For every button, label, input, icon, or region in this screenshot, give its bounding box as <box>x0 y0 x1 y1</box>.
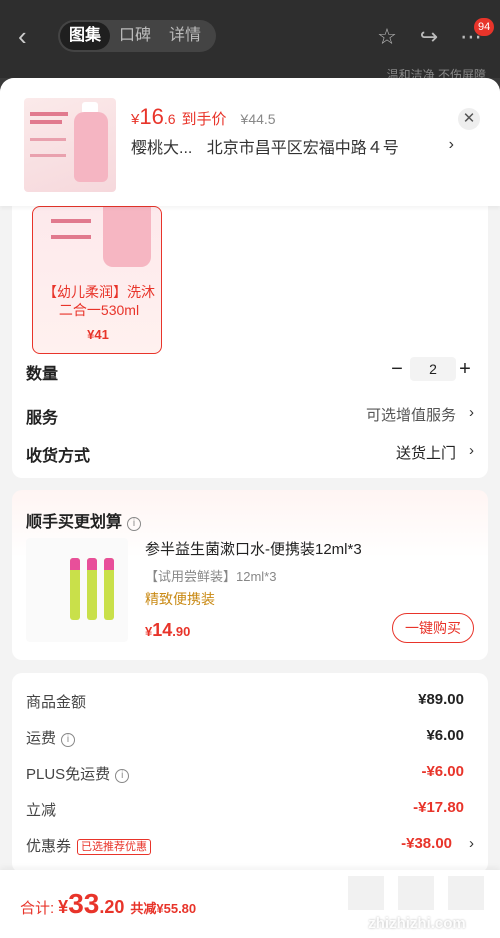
discount-label: 立减 <box>26 802 57 819</box>
chevron-right-icon[interactable]: › <box>449 136 454 154</box>
shipping-value: ¥6.00 <box>426 727 464 744</box>
price-line: ¥ 16 .6 到手价 ¥44.5 <box>131 104 276 130</box>
addon-title-text: 顺手买更划算 <box>26 514 123 531</box>
addon-price: ¥14.90 <box>145 620 190 641</box>
minus-button[interactable]: − <box>388 356 406 382</box>
tab-reviews[interactable]: 口碑 <box>110 22 160 50</box>
coupon-value: -¥38.00 <box>401 835 452 852</box>
close-icon[interactable]: ✕ <box>458 108 480 130</box>
addon-card: 顺手买更划算 i 参半益生菌漱口水-便携装12ml*3 【试用尝鲜装】12ml*3… <box>12 490 488 660</box>
quantity-stepper: − 2 + <box>388 356 474 382</box>
summary-row-discount: 立减 -¥17.80 <box>26 799 474 821</box>
plus-free-shipping-label: PLUS免运费 <box>26 766 111 783</box>
plus-button[interactable]: + <box>456 356 474 382</box>
spec-option-name: 【幼儿柔润】洗沐二合一530ml <box>43 284 155 318</box>
spec-option-price: ¥41 <box>87 327 109 342</box>
plus-free-shipping-value: -¥6.00 <box>421 763 464 780</box>
one-click-buy-button[interactable]: 一键购买 <box>392 613 474 643</box>
goods-amount-value: ¥89.00 <box>418 691 464 708</box>
discount-value: -¥17.80 <box>413 799 464 816</box>
spec-card: 【幼儿柔润】洗沐二合一530ml ¥41 数量 − 2 + 服务 可选增值服务 … <box>12 188 488 478</box>
goods-amount-label: 商品金额 <box>26 694 87 711</box>
delivery-method-label: 收货方式 <box>26 448 91 465</box>
product-thumbnail <box>24 98 116 192</box>
share-icon[interactable]: ↪ <box>416 24 442 50</box>
original-price: ¥44.5 <box>240 111 276 127</box>
total-label: 合计: <box>20 900 55 917</box>
back-arrow-icon[interactable]: ‹ <box>18 22 40 50</box>
addon-spec: 【试用尝鲜装】12ml*3 <box>145 569 277 584</box>
price-integer: 16 <box>139 104 164 129</box>
tab-gallery[interactable]: 图集 <box>60 22 111 50</box>
sheet-header: ¥ 16 .6 到手价 ¥44.5 樱桃大... 北京市昌平区宏福中路４号 › … <box>0 78 500 206</box>
price-currency: ¥ <box>131 111 140 128</box>
addon-price-decimal: .90 <box>172 624 191 639</box>
price-summary-card: 商品金额 ¥89.00 运费 i ¥6.00 PLUS免运费 i -¥6.00 立减… <box>12 673 488 873</box>
page-tabs: 图集 口碑 详情 <box>58 20 216 52</box>
delivery-method-row[interactable]: 收货方式 送货上门 › <box>26 442 474 466</box>
delivery-method-value: 送货上门 <box>395 445 456 462</box>
total-decimal: .20 <box>99 897 125 917</box>
star-icon[interactable]: ☆ <box>374 24 400 50</box>
purchase-sheet: ¥ 16 .6 到手价 ¥44.5 樱桃大... 北京市昌平区宏福中路４号 › … <box>0 78 500 938</box>
addon-tag: 精致便携装 <box>145 591 215 607</box>
info-icon[interactable]: i <box>127 517 142 531</box>
spec-option-image <box>33 207 161 275</box>
chevron-right-icon: › <box>469 442 474 459</box>
tab-details[interactable]: 详情 <box>160 22 210 50</box>
addon-image[interactable] <box>26 538 128 642</box>
summary-row-shipping: 运费 i ¥6.00 <box>26 727 474 749</box>
product-page-header: ‹ 图集 口碑 详情 ☆ ↪ ⋯ 94 温和洁净 不伤屏障 <box>0 0 500 82</box>
summary-row-coupon[interactable]: 优惠券 已选推荐优惠 -¥38.00 › <box>26 835 474 857</box>
total-integer: 33 <box>68 888 100 919</box>
info-icon[interactable]: i <box>115 769 130 783</box>
chevron-right-icon: › <box>469 835 474 852</box>
summary-row-goods: 商品金额 ¥89.00 <box>26 691 474 713</box>
quantity-label: 数量 <box>26 366 59 383</box>
summary-row-plus: PLUS免运费 i -¥6.00 <box>26 763 474 785</box>
spec-option-selected[interactable]: 【幼儿柔润】洗沐二合一530ml ¥41 <box>32 206 162 354</box>
order-total: 合计: ¥ 33 .20 共减¥55.80 <box>20 888 196 920</box>
price-decimal: .6 <box>163 111 176 127</box>
total-currency: ¥ <box>58 897 69 917</box>
service-value: 可选增值服务 <box>365 407 456 424</box>
watermark-text: zhizhizhi.com <box>368 915 466 932</box>
service-label: 服务 <box>26 410 59 427</box>
addon-name[interactable]: 参半益生菌漱口水-便携装12ml*3 <box>145 538 362 559</box>
info-icon[interactable]: i <box>61 733 76 747</box>
addon-price-integer: 14 <box>152 620 173 640</box>
site-watermark: zhizhizhi.com <box>342 870 492 938</box>
coupon-label: 优惠券 <box>26 838 72 855</box>
message-count-badge: 94 <box>474 18 495 36</box>
shipping-label: 运费 <box>26 730 57 747</box>
quantity-row: 数量 − 2 + <box>26 357 474 384</box>
delivery-address: 北京市昌平区宏福中路４号 <box>206 140 399 157</box>
checkout-footer: 合计: ¥ 33 .20 共减¥55.80 zhizhizhi.com <box>0 870 500 938</box>
price-tag: 到手价 <box>181 111 227 128</box>
coupon-badge: 已选推荐优惠 <box>77 839 152 855</box>
addon-title: 顺手买更划算 i <box>26 508 142 532</box>
chevron-right-icon: › <box>469 404 474 421</box>
quantity-input[interactable]: 2 <box>410 357 456 381</box>
service-row[interactable]: 服务 可选增值服务 › <box>26 404 474 428</box>
total-saved: 共减¥55.80 <box>130 901 197 916</box>
delivery-info[interactable]: 樱桃大... 北京市昌平区宏福中路４号 <box>131 134 451 158</box>
product-name: 樱桃大... <box>131 140 193 157</box>
